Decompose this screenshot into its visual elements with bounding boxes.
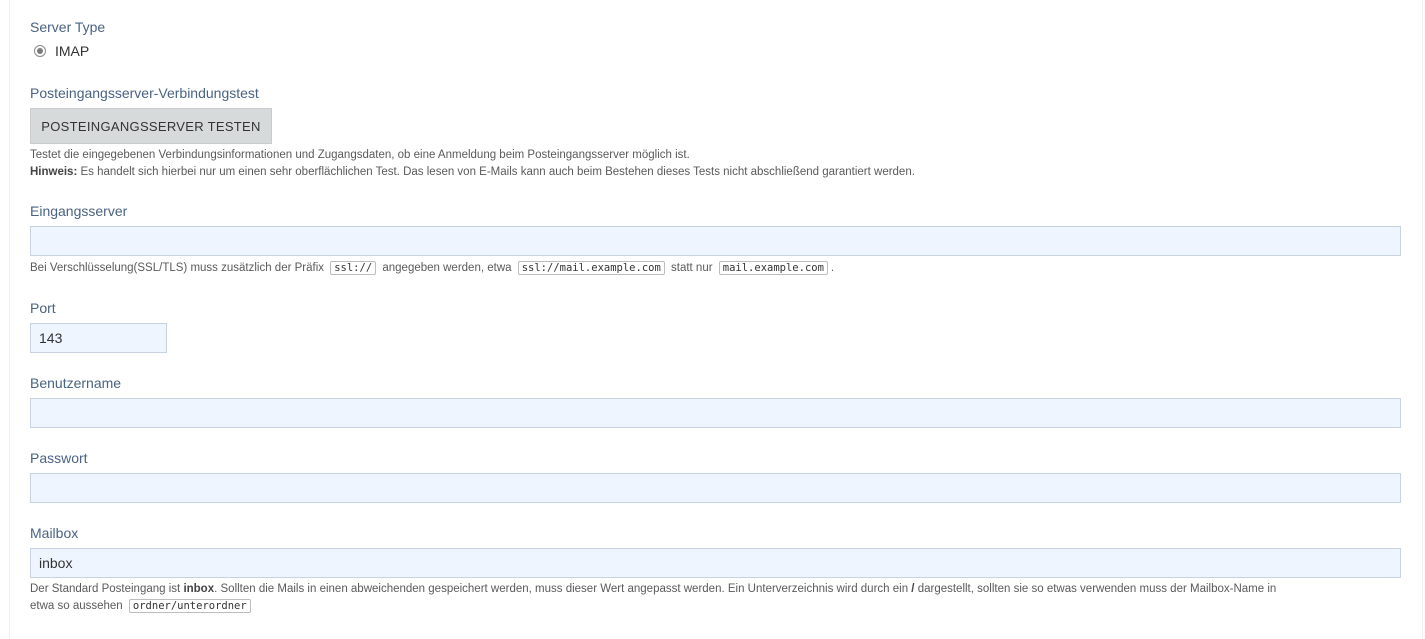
connection-test-hint: Hinweis: Es handelt sich hierbei nur um …: [30, 164, 915, 181]
incoming-server-help-end: .: [830, 262, 835, 274]
mailbox-help-line2: etwa so aussehen ordner/unterordner: [30, 598, 1276, 615]
right-border: [1422, 0, 1423, 639]
code-ssl-example: ssl://mail.example.com: [517, 261, 665, 275]
code-folder-example: ordner/unterordner: [128, 599, 251, 613]
hint-label: Hinweis:: [30, 166, 78, 178]
connection-test-help: Testet die eingegebenen Verbindungsinfor…: [30, 147, 915, 181]
port-input[interactable]: 143: [30, 323, 167, 353]
connection-test-help-line: Testet die eingegebenen Verbindungsinfor…: [30, 149, 690, 161]
password-label: Passwort: [30, 450, 88, 466]
hint-text: Es handelt sich hierbei nur um einen seh…: [77, 166, 915, 178]
mailbox-help-pre: Der Standard Posteingang ist: [30, 583, 184, 595]
mailbox-label: Mailbox: [30, 525, 79, 541]
test-incoming-server-button[interactable]: POSTEINGANGSSERVER TESTEN: [30, 108, 272, 144]
mailbox-help-line1: Der Standard Posteingang ist inbox. Soll…: [30, 581, 1276, 598]
code-plain-example: mail.example.com: [718, 261, 828, 275]
code-ssl-prefix: ssl://: [330, 261, 377, 275]
left-border: [9, 0, 10, 639]
radio-imap[interactable]: IMAP: [34, 43, 89, 59]
incoming-server-label: Eingangsserver: [30, 203, 128, 219]
mailbox-help-post: dargestellt, sollten sie so etwas verwen…: [914, 583, 1277, 595]
port-label: Port: [30, 300, 56, 316]
mailbox-help-mid: . Sollten die Mails in einen abweichende…: [214, 583, 912, 595]
incoming-server-input[interactable]: [30, 226, 1401, 256]
incoming-server-help-mid2: statt nur: [671, 262, 713, 274]
mailbox-help-line2-text: etwa so aussehen: [30, 600, 123, 612]
mailbox-help-inbox: inbox: [183, 583, 215, 595]
radio-imap-label: IMAP: [55, 43, 90, 59]
incoming-server-help-mid: angegeben werden, etwa: [382, 262, 512, 274]
password-input[interactable]: [30, 473, 1401, 503]
username-label: Benutzername: [30, 375, 122, 391]
radio-selected-icon[interactable]: [34, 45, 46, 57]
server-type-label: Server Type: [30, 19, 106, 35]
mailbox-help: Der Standard Posteingang ist inbox. Soll…: [30, 581, 1276, 615]
mailbox-input[interactable]: inbox: [30, 548, 1401, 578]
incoming-server-help: Bei Verschlüsselung(SSL/TLS) muss zusätz…: [30, 260, 834, 277]
username-input[interactable]: [30, 398, 1401, 428]
connection-test-label: Posteingangsserver-Verbindungstest: [30, 85, 259, 101]
incoming-server-help-pre: Bei Verschlüsselung(SSL/TLS) muss zusätz…: [30, 262, 325, 274]
